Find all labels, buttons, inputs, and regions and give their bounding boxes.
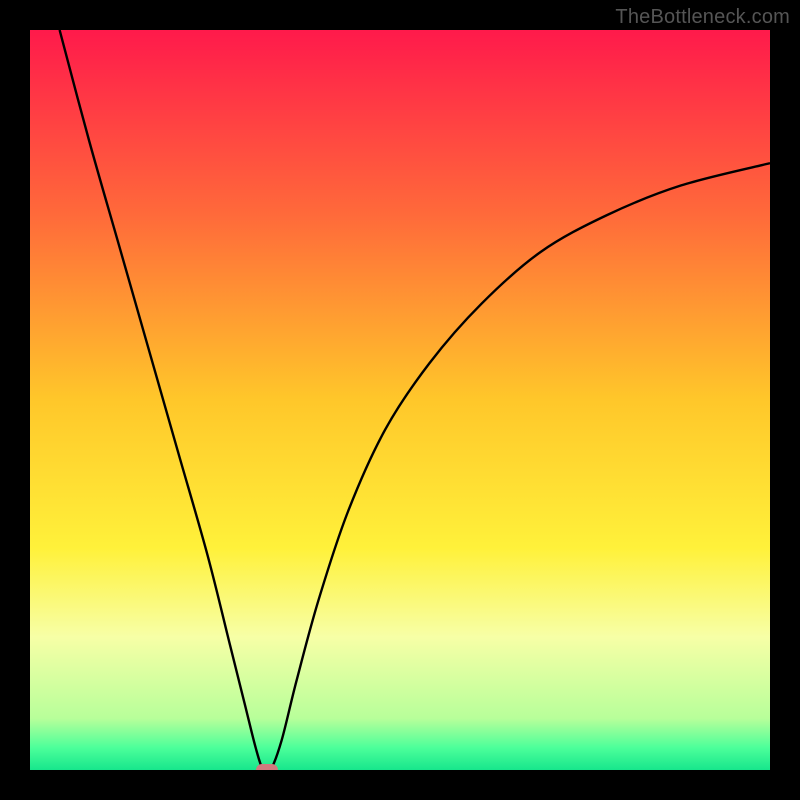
watermark-text: TheBottleneck.com (615, 6, 790, 29)
chart-frame: TheBottleneck.com (0, 0, 800, 800)
optimum-marker (256, 764, 278, 770)
bottleneck-curve (60, 30, 770, 770)
plot-area (30, 30, 770, 770)
curve-layer (30, 30, 770, 770)
